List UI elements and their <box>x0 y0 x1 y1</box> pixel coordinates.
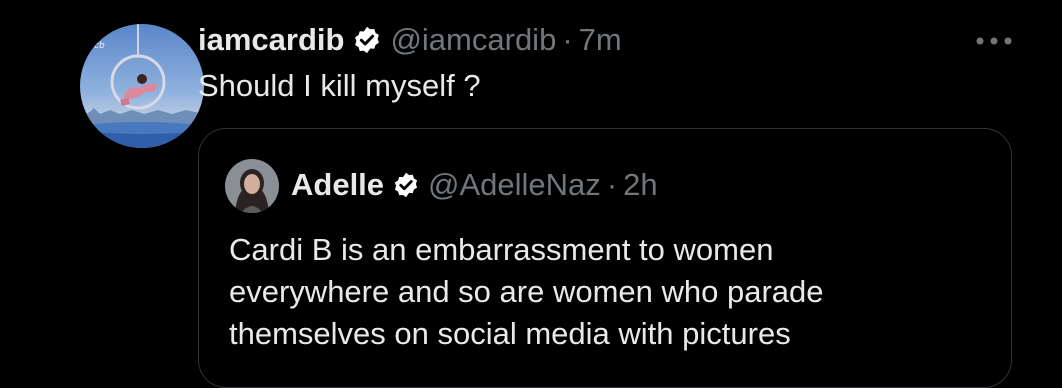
avatar[interactable]: cb <box>80 24 204 148</box>
tweet-header: iamcardib @iamcardib · 7m <box>198 20 622 60</box>
separator-dot: · <box>606 167 618 202</box>
svg-text:cb: cb <box>94 41 105 51</box>
profile-photo-icon <box>225 159 279 213</box>
more-options-icon[interactable] <box>972 26 1016 56</box>
verified-badge-icon <box>394 172 418 198</box>
quoted-header: Adelle @AdelleNaz · 2h <box>291 165 658 205</box>
quoted-tweet[interactable]: Adelle @AdelleNaz · 2h Cardi B is an emb… <box>198 128 1012 388</box>
quoted-avatar[interactable] <box>225 159 279 213</box>
album-cover-avatar: cb <box>80 24 204 148</box>
quoted-text-line: themselves on social media with pictures <box>229 316 791 351</box>
quoted-display-name[interactable]: Adelle <box>291 167 384 203</box>
timestamp[interactable]: 7m <box>579 22 622 58</box>
quoted-handle[interactable]: @AdelleNaz <box>428 167 601 203</box>
quoted-text-line: everywhere and so are women who parade <box>229 274 824 309</box>
tweet[interactable]: cb iamcardib @iamcardib · 7m Should I ki… <box>0 0 1062 388</box>
handle[interactable]: @iamcardib <box>390 22 556 58</box>
quoted-text: Cardi B is an embarrassment to women eve… <box>229 229 999 355</box>
verified-badge-icon <box>355 26 380 54</box>
tweet-text: Should I kill myself ? <box>198 68 481 103</box>
separator-dot: · <box>562 22 573 57</box>
quoted-text-line: Cardi B is an embarrassment to women <box>229 232 774 267</box>
display-name[interactable]: iamcardib <box>198 22 344 58</box>
quoted-timestamp[interactable]: 2h <box>623 167 657 203</box>
